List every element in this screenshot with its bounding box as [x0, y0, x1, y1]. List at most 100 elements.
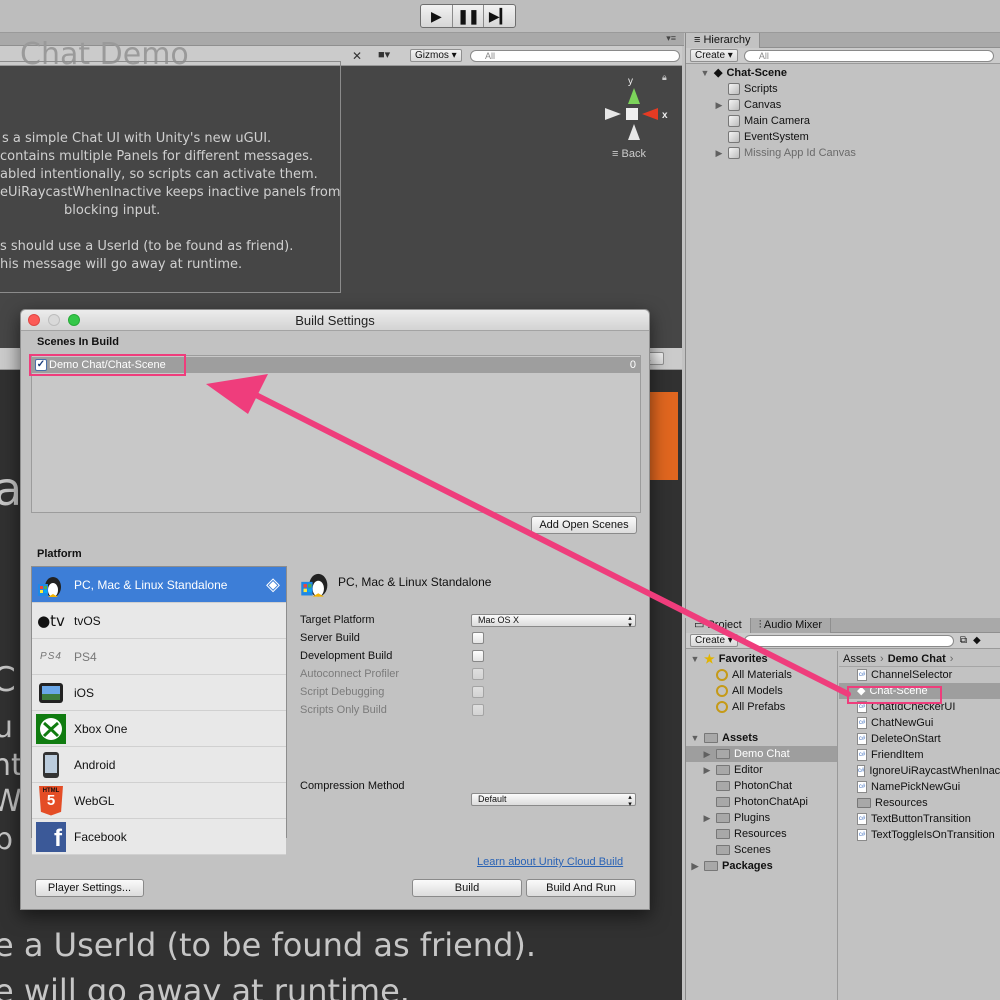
asset-folder[interactable]: Resources: [686, 826, 837, 842]
expand-arrow-icon[interactable]: ▼: [690, 651, 700, 667]
filter-type-icon[interactable]: ⧉: [960, 635, 967, 646]
tab-hierarchy[interactable]: ≡ Hierarchy: [686, 33, 760, 48]
compression-method-select[interactable]: Default: [471, 793, 636, 807]
ps4-icon: PS4: [40, 651, 62, 662]
file-item[interactable]: c# NamePickNewGui: [839, 779, 1000, 795]
server-build-checkbox[interactable]: [472, 632, 484, 644]
gizmos-dropdown[interactable]: Gizmos ▾: [410, 49, 462, 62]
breadcrumb-item[interactable]: Demo Chat: [888, 651, 946, 667]
file-item[interactable]: c# TextButtonTransition: [839, 811, 1000, 827]
csharp-script-icon: c#: [857, 829, 867, 841]
platform-item-ps4[interactable]: PS4 PS4: [32, 639, 286, 675]
standalone-detail-icon: [299, 566, 333, 603]
expand-arrow-icon[interactable]: ▶: [702, 762, 712, 778]
platform-item-ios[interactable]: iOS: [32, 675, 286, 711]
platform-item-android[interactable]: Android: [32, 747, 286, 783]
target-platform-value: Mac OS X: [478, 615, 520, 625]
expand-arrow-icon[interactable]: ▼: [700, 65, 710, 81]
asset-folder[interactable]: Scenes: [686, 842, 837, 858]
gizmos-label: Gizmos: [415, 50, 449, 61]
close-window-icon[interactable]: [28, 314, 40, 326]
build-button[interactable]: Build: [412, 879, 522, 897]
expand-arrow-icon[interactable]: ▶: [702, 810, 712, 826]
file-item[interactable]: c# TextToggleIsOnTransition: [839, 827, 1000, 843]
hierarchy-scene-row[interactable]: ▼ ◆ Chat-Scene: [700, 65, 1000, 81]
platform-item-xbox[interactable]: Xbox One: [32, 711, 286, 747]
tools-icon[interactable]: ✕: [352, 49, 362, 63]
tab-audio-mixer[interactable]: ⫶ Audio Mixer: [750, 618, 831, 633]
hierarchy-item[interactable]: Main Camera: [704, 113, 1000, 129]
hierarchy-item[interactable]: Scripts: [704, 81, 1000, 97]
favorite-item[interactable]: All Materials: [686, 667, 837, 683]
build-and-run-button[interactable]: Build And Run: [526, 879, 636, 897]
lock-icon[interactable]: 🔒︎: [662, 72, 667, 83]
platform-label: Android: [74, 757, 116, 772]
asset-folder[interactable]: ▶ Editor: [686, 762, 837, 778]
asset-folder[interactable]: ▶ Plugins: [686, 810, 837, 826]
autoconnect-profiler-checkbox: [472, 668, 484, 680]
favorite-item[interactable]: All Prefabs: [686, 699, 837, 715]
hierarchy-item-label: Canvas: [744, 99, 782, 111]
play-button[interactable]: ▶: [421, 5, 453, 27]
back-view-label[interactable]: ≡ Back: [612, 148, 646, 160]
file-item[interactable]: c# ChatNewGui: [839, 715, 1000, 731]
expand-arrow-icon[interactable]: ▶: [690, 858, 700, 874]
file-item[interactable]: Resources: [839, 795, 1000, 811]
target-platform-select[interactable]: Mac OS X: [471, 614, 636, 628]
favorite-item[interactable]: All Models: [686, 683, 837, 699]
platform-item-webgl[interactable]: HTML 5 WebGL: [32, 783, 286, 819]
file-item[interactable]: c# DeleteOnStart: [839, 731, 1000, 747]
assets-row[interactable]: ▼ Assets: [686, 730, 837, 746]
unity-cloud-build-link[interactable]: Learn about Unity Cloud Build: [477, 856, 623, 868]
filter-label-icon[interactable]: ◆: [973, 635, 981, 646]
autoconnect-profiler-label: Autoconnect Profiler: [300, 668, 400, 680]
expand-arrow-icon[interactable]: ▶: [714, 145, 724, 161]
script-debugging-checkbox: [472, 686, 484, 698]
file-item[interactable]: c# ChannelSelector: [839, 667, 1000, 683]
expand-arrow-icon[interactable]: ▶: [702, 746, 712, 762]
hierarchy-item[interactable]: EventSystem: [704, 129, 1000, 145]
asset-folder[interactable]: PhotonChat: [686, 778, 837, 794]
asset-folder[interactable]: PhotonChatApi: [686, 794, 837, 810]
camera-icon[interactable]: ■▾: [378, 48, 390, 61]
development-build-checkbox[interactable]: [472, 650, 484, 662]
project-create-button[interactable]: Create ▾: [690, 634, 738, 647]
file-item[interactable]: c#IgnoreUiRaycastWhenInactive: [839, 763, 1000, 779]
project-folder-tree: ▼ ★ Favorites All Materials All Models All…: [686, 651, 838, 1000]
script-debugging-label: Script Debugging: [300, 686, 385, 698]
asset-folder[interactable]: ▶ Demo Chat: [686, 746, 837, 762]
scene-index: 0: [629, 359, 636, 371]
pause-button[interactable]: ❚❚: [453, 5, 485, 27]
axis-y-cone: [628, 88, 640, 104]
scene-search-input[interactable]: All: [470, 50, 680, 62]
step-button[interactable]: ▶▎: [484, 5, 515, 27]
minimize-window-icon[interactable]: [48, 314, 60, 326]
favorites-label: Favorites: [718, 653, 768, 665]
breadcrumb-item[interactable]: Assets: [843, 651, 876, 667]
platform-item-standalone[interactable]: PC, Mac & Linux Standalone ◈: [32, 567, 286, 603]
platform-item-tvos[interactable]: ● tv tvOS: [32, 603, 286, 639]
add-open-scenes-button[interactable]: Add Open Scenes: [531, 516, 637, 534]
asset-folder-label: PhotonChatApi: [734, 796, 808, 808]
packages-row[interactable]: ▶ Packages: [686, 858, 837, 874]
hierarchy-search-input[interactable]: All: [743, 49, 994, 62]
platform-label: Facebook: [74, 829, 127, 844]
tab-project[interactable]: ▭ Project: [686, 618, 751, 633]
expand-arrow-icon[interactable]: ▶: [714, 97, 724, 113]
panel-menu-icon[interactable]: ▾≡: [666, 33, 676, 44]
hierarchy-create-button[interactable]: Create ▾: [690, 49, 738, 62]
hierarchy-item[interactable]: ▶ Missing App Id Canvas: [704, 145, 1000, 161]
platform-item-facebook[interactable]: f Facebook: [32, 819, 286, 855]
gameobject-icon: [728, 147, 740, 159]
player-settings-button[interactable]: Player Settings...: [35, 879, 144, 897]
project-search-input[interactable]: [743, 634, 954, 647]
hierarchy-item[interactable]: ▶ Canvas: [704, 97, 1000, 113]
zoom-window-icon[interactable]: [68, 314, 80, 326]
favorites-row[interactable]: ▼ ★ Favorites: [686, 651, 837, 667]
expand-arrow-icon[interactable]: ▼: [690, 730, 700, 746]
folder-icon: [716, 749, 730, 759]
scene-orientation-gizmo[interactable]: y x ≡ Back 🔒︎: [600, 72, 680, 164]
scene-view[interactable]: Chat Demo s a simple Chat UI with Unity'…: [0, 40, 682, 348]
csharp-script-icon: c#: [857, 669, 867, 681]
file-item[interactable]: c# FriendItem: [839, 747, 1000, 763]
